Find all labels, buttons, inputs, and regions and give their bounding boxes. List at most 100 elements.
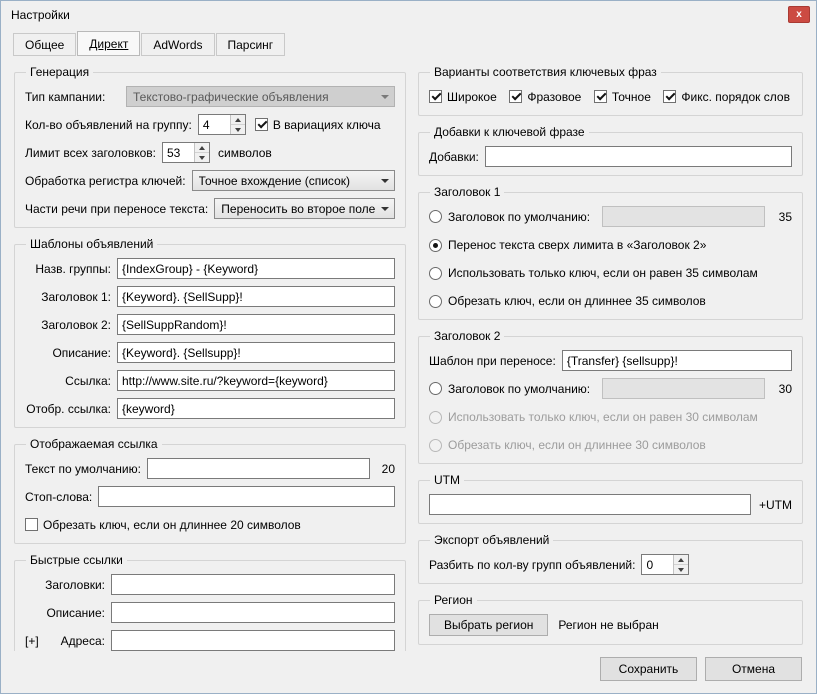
- h2-template-input[interactable]: [562, 350, 792, 371]
- h1-only-key-radio[interactable]: [429, 267, 442, 280]
- stop-words-input[interactable]: [98, 486, 395, 507]
- speech-parts-select[interactable]: Переносить во второе поле: [214, 198, 395, 219]
- match-exact-checkbox[interactable]: [594, 90, 607, 103]
- h1-transfer-radio[interactable]: [429, 239, 442, 252]
- match-phrase-checkbox[interactable]: [509, 90, 522, 103]
- tab-obshchee[interactable]: Общее: [13, 33, 76, 56]
- export-split-spinner[interactable]: 0: [641, 554, 689, 575]
- h2-default-limit: 30: [779, 382, 792, 396]
- export-split-row: Разбить по кол-ву групп объявлений: 0: [429, 554, 792, 575]
- trim-key-check[interactable]: Обрезать ключ, если он длиннее 20 символ…: [25, 518, 301, 532]
- match-exact-check[interactable]: Точное: [594, 90, 651, 104]
- spinner-buttons: [230, 115, 245, 134]
- headlines-limit-row: Лимит всех заголовков: 53 символов: [25, 142, 395, 163]
- variations-checkbox[interactable]: [255, 118, 268, 131]
- chevron-down-icon: [381, 95, 389, 99]
- key-case-value: Точное вхождение (список): [199, 174, 376, 188]
- group-match-types: Варианты соответствия ключевых фраз Широ…: [418, 65, 803, 116]
- h2-default-radio[interactable]: [429, 382, 442, 395]
- add-address-button[interactable]: [+]: [25, 634, 39, 648]
- trim-key-checkbox[interactable]: [25, 518, 38, 531]
- template-display-link-input[interactable]: [117, 398, 395, 419]
- h1-only-key-option: Использовать только ключ, если он равен …: [429, 263, 792, 283]
- spinner-up-icon[interactable]: [674, 555, 688, 565]
- campaign-type-select: Текстово-графические объявления: [126, 86, 395, 107]
- h1-default-radio[interactable]: [429, 210, 442, 223]
- h1-default-label: Заголовок по умолчанию:: [448, 210, 590, 224]
- spinner-down-icon[interactable]: [231, 125, 245, 134]
- ads-per-group-row: Кол-во объявлений на группу: 4 В вариаци…: [25, 114, 395, 135]
- chevron-down-icon: [381, 207, 389, 211]
- ads-per-group-spinner[interactable]: 4: [198, 114, 246, 135]
- spinner-down-icon[interactable]: [195, 153, 209, 162]
- window-title: Настройки: [11, 8, 70, 22]
- trim-key-row: Обрезать ключ, если он длиннее 20 символ…: [25, 514, 395, 535]
- template-headline2-label: Заголовок 2:: [25, 318, 111, 332]
- ads-per-group-label: Кол-во объявлений на группу:: [25, 118, 192, 132]
- h2-trim-radio: [429, 439, 442, 452]
- utm-suffix: +UTM: [759, 498, 792, 512]
- key-case-select[interactable]: Точное вхождение (список): [192, 170, 395, 191]
- group-title-display-link: Отображаемая ссылка: [26, 437, 162, 451]
- select-region-button[interactable]: Выбрать регион: [429, 614, 548, 636]
- match-broad-checkbox[interactable]: [429, 90, 442, 103]
- variations-check[interactable]: В вариациях ключа: [255, 118, 381, 132]
- h1-trim-radio[interactable]: [429, 295, 442, 308]
- match-types-row: Широкое Фразовое Точное Фикс. порядок сл…: [429, 86, 792, 107]
- h1-transfer-option: Перенос текста сверх лимита в «Заголовок…: [429, 235, 792, 255]
- h1-default-option: Заголовок по умолчанию: 35: [429, 206, 792, 227]
- template-link-label: Ссылка:: [25, 374, 111, 388]
- headlines-limit-spinner[interactable]: 53: [162, 142, 210, 163]
- template-headline2-input[interactable]: [117, 314, 395, 335]
- tab-parsing[interactable]: Парсинг: [216, 33, 286, 56]
- group-title-export: Экспорт объявлений: [430, 533, 553, 547]
- close-icon: x: [796, 9, 802, 20]
- ql-description-row: Описание:: [25, 602, 395, 623]
- additions-row: Добавки:: [429, 146, 792, 167]
- h2-trim-label: Обрезать ключ, если он длиннее 30 символ…: [448, 438, 706, 452]
- group-title-utm: UTM: [430, 473, 464, 487]
- export-split-value: 0: [642, 555, 673, 574]
- campaign-type-row: Тип кампании: Текстово-графические объяв…: [25, 86, 395, 107]
- tab-direkt[interactable]: Директ: [77, 31, 140, 56]
- h2-only-key-option: Использовать только ключ, если он равен …: [429, 407, 792, 427]
- h1-trim-option: Обрезать ключ, если он длиннее 35 символ…: [429, 291, 792, 311]
- default-text-input[interactable]: [147, 458, 370, 479]
- ql-headlines-input[interactable]: [111, 574, 395, 595]
- group-ad-templates: Шаблоны объявлений Назв. группы: Заголов…: [14, 237, 406, 428]
- save-button[interactable]: Сохранить: [600, 657, 697, 681]
- h2-template-row: Шаблон при переносе:: [429, 350, 792, 371]
- template-headline1-input[interactable]: [117, 286, 395, 307]
- h2-template-label: Шаблон при переносе:: [429, 354, 556, 368]
- group-title-quick-links: Быстрые ссылки: [26, 553, 127, 567]
- match-exact-label: Точное: [612, 90, 651, 104]
- h1-only-key-label: Использовать только ключ, если он равен …: [448, 266, 758, 280]
- spinner-down-icon[interactable]: [674, 565, 688, 574]
- spinner-up-icon[interactable]: [231, 115, 245, 125]
- stop-words-label: Стоп-слова:: [25, 490, 92, 504]
- template-description-input[interactable]: [117, 342, 395, 363]
- campaign-type-value: Текстово-графические объявления: [133, 90, 376, 104]
- group-title-headline1: Заголовок 1: [430, 185, 504, 199]
- headlines-limit-value: 53: [163, 143, 194, 162]
- match-broad-check[interactable]: Широкое: [429, 90, 497, 104]
- title-bar: Настройки x: [1, 1, 816, 29]
- ql-addresses-input[interactable]: [111, 630, 395, 651]
- match-fixed-order-check[interactable]: Фикс. порядок слов: [663, 90, 790, 104]
- key-case-row: Обработка регистра ключей: Точное вхожде…: [25, 170, 395, 191]
- group-name-label: Назв. группы:: [25, 262, 111, 276]
- group-title-phrase-additions: Добавки к ключевой фразе: [430, 125, 589, 139]
- h1-transfer-label: Перенос текста сверх лимита в «Заголовок…: [448, 238, 706, 252]
- spinner-up-icon[interactable]: [195, 143, 209, 153]
- match-fixed-order-checkbox[interactable]: [663, 90, 676, 103]
- utm-input[interactable]: [429, 494, 751, 515]
- template-link-input[interactable]: [117, 370, 395, 391]
- cancel-button[interactable]: Отмена: [705, 657, 802, 681]
- close-button[interactable]: x: [788, 6, 810, 23]
- additions-input[interactable]: [485, 146, 792, 167]
- utm-row: +UTM: [429, 494, 792, 515]
- group-name-input[interactable]: [117, 258, 395, 279]
- ql-description-input[interactable]: [111, 602, 395, 623]
- match-phrase-check[interactable]: Фразовое: [509, 90, 581, 104]
- tab-adwords[interactable]: AdWords: [141, 33, 214, 56]
